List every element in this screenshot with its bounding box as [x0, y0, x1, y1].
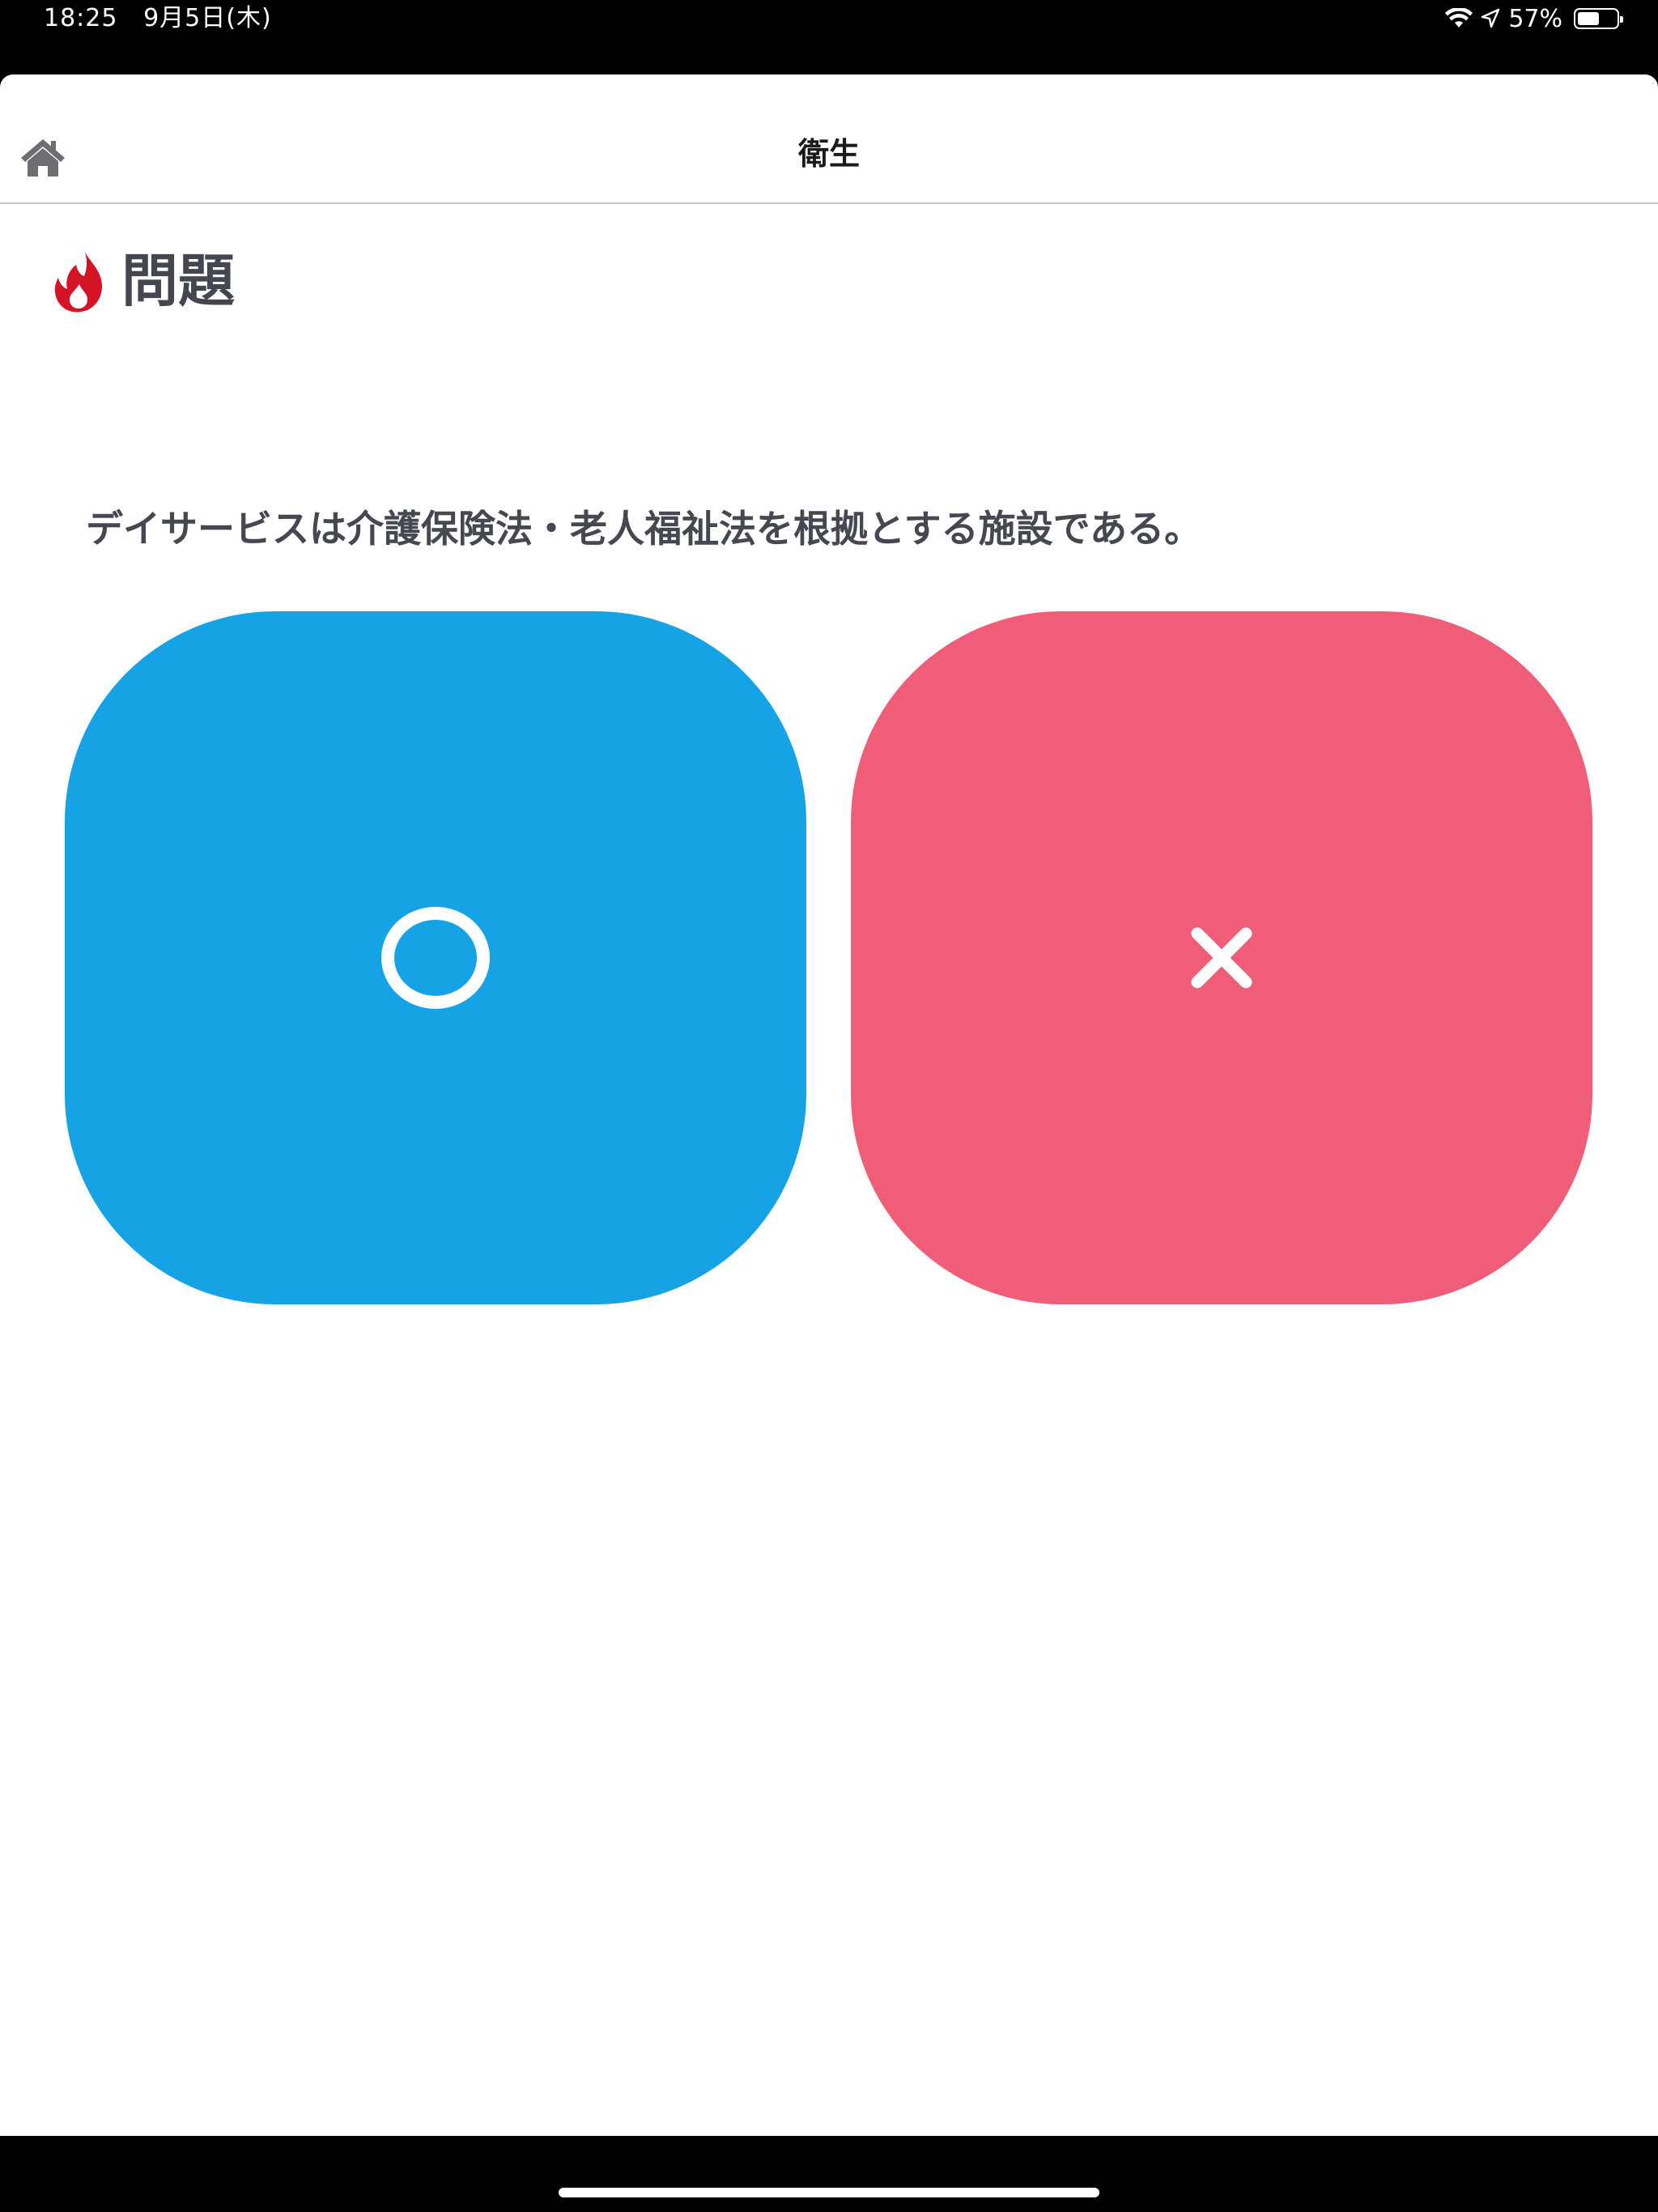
battery-level: [1578, 12, 1600, 25]
nav-bar: 衛生: [0, 74, 1658, 204]
wifi-icon: [1445, 8, 1473, 28]
battery-icon: [1574, 8, 1623, 29]
answer-true-button[interactable]: [65, 611, 806, 1304]
battery-tip: [1620, 16, 1623, 23]
location-arrow-icon: [1482, 8, 1500, 28]
app-screen: 衛生 問題 デイサービスは介護保険法・老人福祉法を根拠とする施設である。: [0, 74, 1658, 2136]
status-time: 18:25 9月5日(木): [44, 3, 272, 34]
status-date: 9月5日(木): [143, 4, 272, 32]
cross-icon: [1191, 927, 1252, 989]
circle-icon: [381, 907, 490, 1009]
battery-percent: 57%: [1508, 4, 1562, 33]
status-bar: 18:25 9月5日(木) 57%: [0, 0, 1658, 74]
section-heading: 問題: [52, 245, 235, 317]
answer-false-button[interactable]: [851, 611, 1592, 1304]
flame-icon: [54, 250, 102, 313]
heading-title: 問題: [121, 248, 235, 314]
status-clock: 18:25: [44, 4, 118, 32]
question-text: デイサービスは介護保険法・老人福祉法を根拠とする施設である。: [86, 507, 1202, 551]
nav-title: 衛生: [797, 136, 860, 172]
status-indicators: 57%: [1445, 3, 1623, 34]
home-indicator[interactable]: [559, 2188, 1099, 2197]
